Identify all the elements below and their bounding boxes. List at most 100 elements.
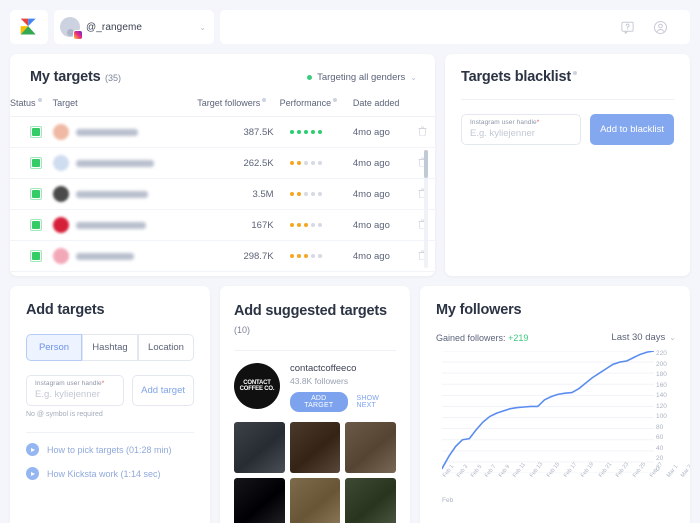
gender-filter-dropdown[interactable]: Targeting all genders ⌄ — [307, 72, 417, 83]
suggested-profile-name: contactcoffeeco — [290, 363, 357, 374]
tab-location[interactable]: Location — [138, 334, 194, 361]
cell-performance — [279, 147, 353, 179]
my-followers-panel: My followers Gained followers: +219 Last… — [420, 286, 690, 523]
add-target-handle-label: Instagram user handle* — [35, 380, 105, 387]
date-range-label: Last 30 days — [611, 332, 666, 343]
thumbnail[interactable] — [234, 477, 285, 523]
my-targets-title: My targets — [30, 69, 101, 85]
my-followers-title: My followers — [436, 302, 522, 318]
account-handle: @_rangeme — [86, 21, 143, 33]
add-target-form: Instagram user handle* E.g. kyliejenner … — [26, 375, 194, 418]
cell-target-followers: 3.5M — [197, 178, 280, 210]
cell-performance — [279, 178, 353, 210]
row-top: My targets (35) Targeting all genders ⌄ … — [10, 54, 690, 276]
targets-scrollbar[interactable] — [424, 150, 428, 268]
y-tick-label: 60 — [656, 434, 664, 442]
help-chat-icon[interactable] — [620, 20, 635, 35]
blacklist-handle-placeholder: E.g. kyliejenner — [470, 128, 535, 139]
my-targets-header: My targets (35) Targeting all genders ⌄ — [10, 68, 435, 86]
performance-dot — [317, 192, 322, 196]
show-next-link[interactable]: SHOW NEXT — [357, 395, 396, 409]
thumbnail[interactable] — [289, 422, 341, 473]
divider — [234, 350, 396, 351]
performance-dot — [317, 254, 322, 258]
play-icon — [26, 467, 39, 480]
table-row[interactable]: 167K 4mo ago — [10, 209, 435, 241]
avatar — [52, 124, 69, 140]
suggested-actions: ADD TARGET SHOW NEXT — [290, 392, 396, 412]
cell-target-followers: 167K — [197, 209, 280, 241]
blacklist-handle-label: Instagram user handle* — [470, 119, 540, 126]
table-row[interactable]: 298.7K 4mo ago — [10, 240, 435, 272]
chart-header: Gained followers: +219 Last 30 days ⌄ — [436, 332, 676, 343]
divider — [26, 432, 194, 433]
cell-date-added: 4mo ago — [352, 116, 411, 148]
performance-dot — [310, 161, 315, 165]
cell-target-followers: 262.5K — [197, 147, 280, 179]
thumbnail[interactable] — [234, 422, 285, 473]
avatar — [60, 17, 83, 40]
trash-icon[interactable] — [418, 126, 427, 136]
video-link-pick-targets[interactable]: How to pick targets (01:28 min) — [26, 443, 194, 456]
thumbnail[interactable] — [289, 477, 341, 523]
thumbnail[interactable] — [345, 477, 396, 523]
performance-dot — [303, 161, 308, 165]
avatar — [52, 217, 69, 233]
cell-status — [10, 240, 53, 272]
date-range-dropdown[interactable]: Last 30 days ⌄ — [611, 332, 676, 343]
target-name — [75, 252, 134, 260]
cell-performance — [279, 240, 353, 272]
cell-delete[interactable] — [410, 116, 435, 148]
cell-delete[interactable] — [410, 147, 435, 179]
cell-date-added: 4mo ago — [352, 240, 411, 272]
add-target-handle-input[interactable]: Instagram user handle* E.g. kyliejenner — [26, 375, 125, 406]
tab-person[interactable]: Person — [26, 334, 82, 361]
table-row[interactable]: 3.5M 4mo ago — [10, 178, 435, 210]
table-row[interactable]: 262.5K 4mo ago — [10, 147, 435, 179]
cell-delete[interactable] — [410, 209, 435, 241]
blacklist-handle-input[interactable]: Instagram user handle* E.g. kyliejenner — [461, 114, 582, 145]
performance-dot — [296, 223, 301, 227]
add-target-button[interactable]: Add target — [132, 375, 194, 406]
performance-dot — [296, 254, 301, 258]
performance-dot — [289, 130, 294, 134]
cell-delete[interactable] — [410, 240, 435, 272]
target-name — [75, 159, 154, 167]
avatar — [52, 248, 69, 264]
chart-x-axis: Feb 1 Feb 3 Feb 5 Feb 7 Feb 9 Feb 11 Feb 13 Feb… — [442, 462, 690, 497]
y-tick-label: 120 — [656, 402, 667, 410]
col-status: Status — [10, 98, 53, 117]
performance-dot — [317, 130, 322, 134]
performance-dot — [303, 192, 308, 196]
page-title: My targets (35) — [30, 68, 121, 86]
add-targets-title: Add targets — [26, 302, 105, 318]
video-link-how-kicksta-works[interactable]: How Kicksta work (1:14 sec) — [26, 467, 194, 480]
blacklist-title: Targets blacklist — [461, 69, 571, 85]
y-tick-label: 160 — [656, 381, 667, 389]
tab-hashtag[interactable]: Hashtag — [82, 334, 138, 361]
performance-dot — [310, 130, 315, 134]
y-tick-label: 140 — [656, 392, 667, 400]
col-delete — [410, 98, 435, 117]
performance-dot — [303, 223, 308, 227]
thumbnail[interactable] — [345, 422, 396, 473]
performance-dot — [310, 254, 315, 258]
kicksta-logo[interactable] — [10, 10, 48, 44]
row-bottom: Add targets Person Hashtag Location Inst… — [10, 286, 690, 523]
cell-status — [10, 116, 53, 148]
cell-performance — [279, 116, 353, 148]
instagram-badge-icon — [73, 30, 83, 40]
my-targets-count: (35) — [104, 73, 121, 83]
account-switcher[interactable]: @_rangeme ⌄ — [54, 10, 214, 44]
targets-table-body: 387.5K 4mo ago 262.5K 4mo ago 3.5M 4mo ago 167… — [10, 116, 435, 272]
cell-delete[interactable] — [410, 178, 435, 210]
top-bar: @_rangeme ⌄ — [10, 10, 690, 44]
target-name — [75, 190, 148, 198]
col-date-added: Date added — [352, 98, 411, 117]
add-suggested-target-button[interactable]: ADD TARGET — [290, 392, 348, 412]
cell-target — [52, 147, 198, 179]
account-circle-icon[interactable] — [653, 20, 668, 35]
add-to-blacklist-button[interactable]: Add to blacklist — [590, 114, 674, 145]
table-row[interactable]: 387.5K 4mo ago — [10, 116, 435, 148]
targets-table: Status Target Target followers Performan… — [10, 98, 435, 272]
